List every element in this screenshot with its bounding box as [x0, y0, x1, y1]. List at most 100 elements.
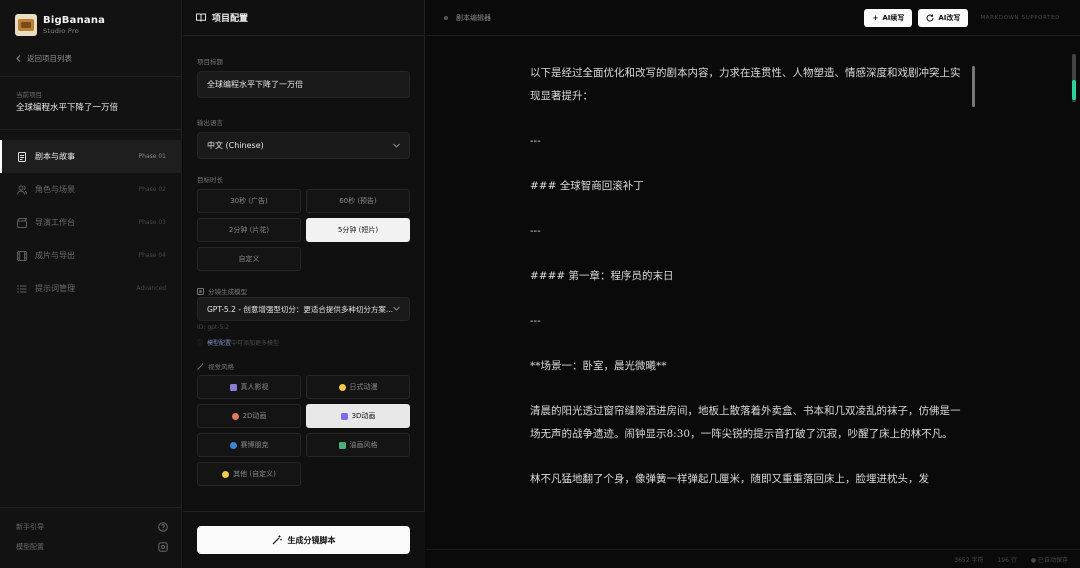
- char-count: 3652 字符: [954, 556, 984, 564]
- help-icon: [158, 522, 168, 532]
- sidebar-item-export[interactable]: 成片与导出 Phase 04: [0, 239, 182, 272]
- duration-label: 目标时长: [197, 176, 223, 184]
- globe-icon: [229, 441, 237, 449]
- style-option-custom[interactable]: 其他 (自定义): [197, 462, 301, 486]
- project-config-panel: 项目配置 项目标题 全球编程水平下降了一万倍 输出语言 中文 (Chinese)…: [183, 0, 425, 568]
- film-icon: [229, 383, 237, 391]
- sidebar-item-label: 剧本与故事: [35, 152, 75, 161]
- output-language-select[interactable]: 中文 (Chinese): [197, 132, 410, 159]
- sidebar-item-label: 角色与场景: [35, 185, 75, 194]
- plus-icon: +: [872, 14, 879, 22]
- style-label-row: 视觉风格: [197, 361, 234, 371]
- model-id: ID: gpt-5.2: [197, 324, 229, 331]
- page-scrollbar-thumb[interactable]: [1072, 80, 1076, 100]
- cpu-icon: [197, 287, 204, 295]
- script-textarea[interactable]: 以下是经过全面优化和改写的剧本内容，力求在连贯性、人物塑造、情感深度和戏剧冲突上…: [530, 62, 970, 513]
- style-option-label: 油画风格: [349, 441, 378, 449]
- sidebar-item-label: 提示词管理: [35, 284, 75, 293]
- sidebar-item-prompts[interactable]: 提示词管理 Advanced: [0, 272, 182, 305]
- editor-footer: 3652 字符 196 行 ● 已自动保存: [426, 549, 1080, 568]
- script-paragraph: ### 全球智商回滚补丁: [530, 180, 644, 192]
- sidebar-item-label: 导演工作台: [35, 218, 75, 227]
- script-paragraph: 清晨的阳光透过窗帘缝隙洒进房间，地板上散落着外卖盒、书本和几双凌乱的袜子，仿佛是…: [530, 405, 961, 440]
- script-paragraph: ---: [530, 135, 541, 147]
- style-option-label: 2D动画: [242, 412, 267, 420]
- current-project-name: 全球编程水平下降了一万倍: [16, 103, 119, 113]
- sidebar: BigBanana Studio Pro 返回项目列表 当前项目 全球编程水平下…: [0, 0, 182, 568]
- duration-option-2min[interactable]: 2分钟 (片花): [197, 218, 301, 242]
- back-label: 返回项目列表: [27, 54, 72, 63]
- script-paragraph: ---: [530, 225, 541, 237]
- duration-option-60s[interactable]: 60秒 (预告): [306, 189, 410, 213]
- generate-storyboard-button[interactable]: 生成分镜脚本: [197, 526, 410, 554]
- sidebar-item-phase: Phase 04: [138, 252, 166, 259]
- ai-continue-button[interactable]: + AI续写: [864, 9, 913, 27]
- film-icon: [17, 250, 27, 261]
- painting-icon: [338, 441, 346, 449]
- script-editor: 剧本编辑器 + AI续写 AI改写 MARKDOWN SUPPORTED 以下是…: [426, 0, 1080, 568]
- project-title-label: 项目标题: [197, 58, 223, 66]
- style-option-label: 3D动画: [351, 412, 376, 420]
- ai-rewrite-label: AI改写: [938, 14, 961, 22]
- style-option-label: 日式动漫: [349, 383, 378, 391]
- brand[interactable]: BigBanana Studio Pro: [15, 14, 105, 36]
- line-count: 196 行: [997, 556, 1017, 564]
- sidebar-item-phase: Phase 02: [138, 186, 166, 193]
- editor-title: 剧本编辑器: [456, 13, 491, 22]
- duration-option-5min[interactable]: 5分钟 (短片): [306, 218, 410, 242]
- cube-icon: [340, 412, 348, 420]
- sidebar-item-script[interactable]: 剧本与故事 Phase 01: [0, 140, 182, 173]
- book-icon: [196, 13, 206, 22]
- output-language-value: 中文 (Chinese): [207, 141, 264, 150]
- sidebar-item-phase: Phase 01: [138, 153, 166, 160]
- chevron-down-icon: [393, 306, 400, 311]
- sparkle-icon: [338, 383, 346, 391]
- style-option-3d[interactable]: 3D动画: [306, 404, 410, 428]
- style-option-cyberpunk[interactable]: 赛博朋克: [197, 433, 301, 457]
- autosave-status: ● 已自动保存: [1030, 556, 1068, 564]
- style-option-label: 赛博朋克: [240, 441, 269, 449]
- model-value: GPT-5.2 - 创意增强型切分：更适合提供多种切分方案...: [207, 304, 393, 314]
- model-config-hint-link[interactable]: 模型配置: [207, 340, 231, 347]
- divider: [0, 76, 182, 77]
- style-option-oil-painting[interactable]: 油画风格: [306, 433, 410, 457]
- model-config-link[interactable]: 模型配置: [16, 542, 168, 552]
- ai-continue-label: AI续写: [882, 14, 905, 22]
- status-dot-icon: [444, 15, 448, 20]
- markdown-supported-tag: MARKDOWN SUPPORTED: [980, 15, 1060, 21]
- style-option-anime[interactable]: 日式动漫: [306, 375, 410, 399]
- divider: [0, 129, 182, 130]
- onboarding-link[interactable]: 新手引导: [16, 522, 168, 532]
- settings-icon: [158, 542, 168, 552]
- script-paragraph: #### 第一章：程序员的末日: [530, 270, 674, 282]
- style-option-live-action[interactable]: 真人影视: [197, 375, 301, 399]
- script-paragraph: ---: [530, 315, 541, 327]
- chevron-down-icon: [393, 143, 400, 148]
- brand-name: BigBanana: [43, 15, 106, 26]
- current-project-label: 当前项目: [16, 91, 42, 99]
- generate-label: 生成分镜脚本: [287, 535, 336, 545]
- duration-option-custom[interactable]: 自定义: [197, 247, 301, 271]
- model-hint-text: 中可添加更多模型: [231, 340, 280, 347]
- sidebar-item-phase: Advanced: [136, 285, 166, 292]
- palette-icon: [231, 412, 239, 420]
- autosave-label: 已自动保存: [1037, 556, 1068, 564]
- project-title-input[interactable]: 全球编程水平下降了一万倍: [197, 71, 410, 98]
- duration-option-30s[interactable]: 30秒 (广告): [197, 189, 301, 213]
- sidebar-item-director[interactable]: 导演工作台 Phase 03: [0, 206, 182, 239]
- brand-logo-icon: [15, 14, 37, 36]
- sidebar-nav: 剧本与故事 Phase 01 角色与场景 Phase 02 导演工作台 Phas…: [0, 140, 182, 305]
- sidebar-item-characters[interactable]: 角色与场景 Phase 02: [0, 173, 182, 206]
- ai-rewrite-button[interactable]: AI改写: [918, 9, 969, 27]
- project-title-value: 全球编程水平下降了一万倍: [207, 80, 303, 89]
- model-select[interactable]: GPT-5.2 - 创意增强型切分：更适合提供多种切分方案...: [197, 297, 410, 321]
- output-language-label: 输出语言: [197, 119, 223, 127]
- back-to-projects-link[interactable]: 返回项目列表: [16, 53, 72, 64]
- generate-footer: 生成分镜脚本: [183, 511, 425, 568]
- textarea-scrollbar[interactable]: [972, 66, 975, 107]
- document-icon: [17, 151, 27, 162]
- style-option-2d[interactable]: 2D动画: [197, 404, 301, 428]
- onboarding-label: 新手引导: [16, 523, 44, 531]
- sidebar-item-phase: Phase 03: [138, 219, 166, 226]
- wand-icon: [197, 362, 204, 370]
